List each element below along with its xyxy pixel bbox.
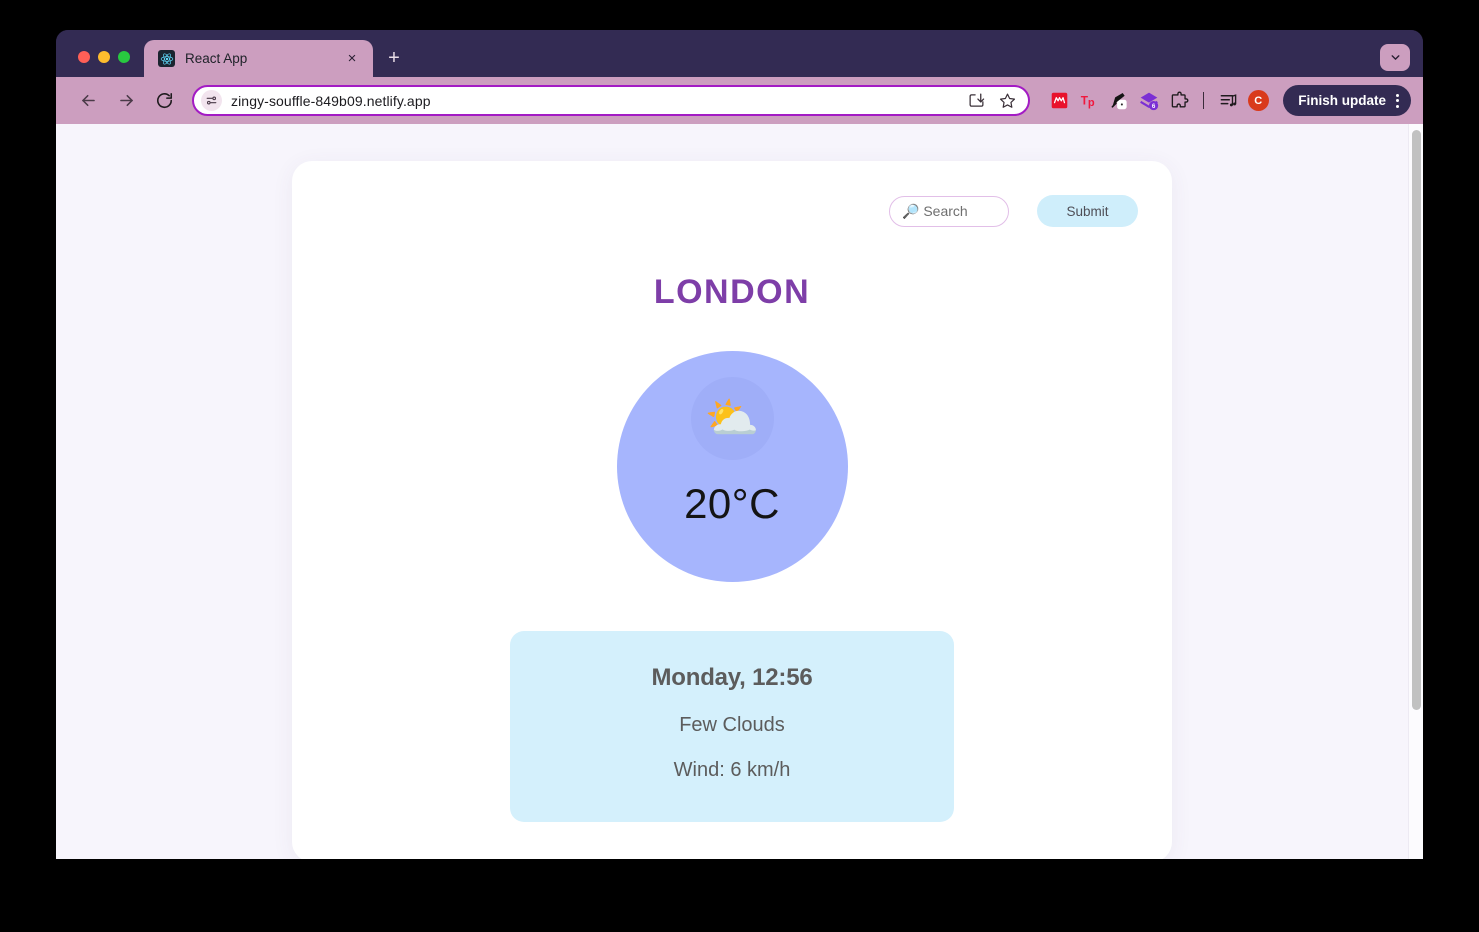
site-settings-tune-icon[interactable] <box>201 90 222 111</box>
playlist-music-icon[interactable] <box>1213 86 1243 116</box>
tp-extension-icon[interactable]: T p <box>1074 86 1104 116</box>
layers-extension-icon[interactable]: 6 <box>1134 86 1164 116</box>
page-scrollbar-thumb[interactable] <box>1412 130 1421 710</box>
sun-behind-cloud-icon: ⛅ <box>690 377 774 460</box>
weather-orb-wrapper: ⛅ 20°C <box>310 351 1154 582</box>
maximize-window-button[interactable] <box>118 51 130 63</box>
page-scrollbar-track[interactable] <box>1408 124 1423 859</box>
browser-window: React App × + zingy-souffle-849b09.netli… <box>56 30 1423 859</box>
city-title: LONDON <box>653 273 811 311</box>
datetime-text: Monday, 12:56 <box>651 664 813 691</box>
reload-icon[interactable] <box>148 85 180 117</box>
page-viewport: Submit LONDON ⛅ 20°C Monday, 12:56 Few C… <box>56 124 1423 859</box>
address-bar[interactable]: zingy-souffle-849b09.netlify.app <box>192 85 1031 116</box>
weather-description-text: Few Clouds <box>679 714 785 736</box>
close-window-button[interactable] <box>78 51 90 63</box>
layers-extension-badge: 6 <box>1152 103 1156 110</box>
profile-avatar[interactable]: C <box>1243 86 1273 116</box>
window-traffic-lights <box>56 51 144 77</box>
toolbar-divider <box>1203 92 1205 109</box>
extensions-row: T p 6 C Finish update <box>1044 85 1411 116</box>
wind-text: Wind: 6 km/h <box>673 759 791 781</box>
weather-details-card: Monday, 12:56 Few Clouds Wind: 6 km/h <box>510 631 954 822</box>
forward-arrow-icon[interactable] <box>110 85 142 117</box>
avatar-initial: C <box>1247 90 1269 111</box>
finish-update-label: Finish update <box>1298 93 1386 108</box>
svg-text:p: p <box>1088 97 1095 109</box>
tab-title: React App <box>185 51 248 66</box>
submit-button[interactable]: Submit <box>1037 195 1138 227</box>
weather-app-card: Submit LONDON ⛅ 20°C Monday, 12:56 Few C… <box>292 161 1172 859</box>
finish-update-button[interactable]: Finish update <box>1283 85 1411 116</box>
browser-toolbar: zingy-souffle-849b09.netlify.app T p 6 C… <box>56 77 1423 124</box>
search-row: Submit <box>310 195 1154 227</box>
pen-pointer-extension-icon[interactable] <box>1104 86 1134 116</box>
new-tab-button[interactable]: + <box>379 43 409 73</box>
tab-search-chevron-down-icon[interactable] <box>1380 44 1410 71</box>
tab-strip: React App × + <box>56 30 1423 77</box>
weather-orb: ⛅ 20°C <box>616 351 848 582</box>
install-app-icon[interactable] <box>965 90 987 112</box>
close-tab-icon[interactable]: × <box>343 50 361 68</box>
bookmark-star-icon[interactable] <box>996 90 1018 112</box>
search-input[interactable] <box>889 195 1009 227</box>
react-logo-icon <box>158 50 175 67</box>
puzzle-extensions-icon[interactable] <box>1164 86 1194 116</box>
kebab-menu-icon[interactable] <box>1393 93 1402 108</box>
temperature-value: 20°C <box>684 480 780 527</box>
address-bar-url: zingy-souffle-849b09.netlify.app <box>231 92 431 109</box>
momentum-extension-icon[interactable] <box>1044 86 1074 116</box>
browser-tab-react-app[interactable]: React App × <box>144 40 373 77</box>
minimize-window-button[interactable] <box>98 51 110 63</box>
back-arrow-icon[interactable] <box>72 85 104 117</box>
